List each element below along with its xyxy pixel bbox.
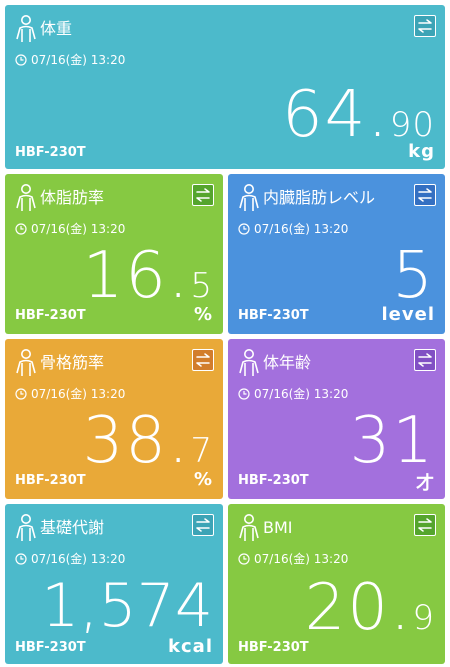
- time-text: 07/16(金) 13:20: [31, 552, 126, 566]
- measurement-time: 07/16(金) 13:20: [15, 220, 125, 237]
- tile-title: 骨格筋率: [40, 353, 105, 372]
- device-model: HBF-230T: [238, 473, 309, 488]
- clock-icon: [238, 553, 250, 565]
- measurement-value: 5: [392, 244, 435, 308]
- time-text: 07/16(金) 13:20: [254, 552, 349, 566]
- tile-title: BMI: [263, 518, 293, 537]
- swap-arrows-icon: [417, 188, 433, 202]
- value-integer: 31: [349, 404, 435, 478]
- measurement-time: 07/16(金) 13:20: [15, 51, 125, 68]
- measurement-value: 38.7: [83, 409, 213, 473]
- swap-button[interactable]: [192, 349, 214, 371]
- swap-arrows-icon: [417, 353, 433, 367]
- person-icon: [237, 183, 261, 213]
- tile-weight[interactable]: 体重 07/16(金) 13:20 64.90 kg HBF-230T: [5, 5, 445, 169]
- swap-arrows-icon: [195, 188, 211, 202]
- time-text: 07/16(金) 13:20: [254, 222, 349, 236]
- person-icon: [14, 513, 38, 543]
- tile-body-fat[interactable]: 体脂肪率 07/16(金) 13:20 16.5 % HBF-230T: [5, 174, 223, 334]
- tile-basal-metabolism[interactable]: 基礎代謝 07/16(金) 13:20 1,574 kcal HBF-230T: [5, 504, 223, 664]
- clock-icon: [15, 54, 27, 66]
- measurement-time: 07/16(金) 13:20: [238, 385, 348, 402]
- time-text: 07/16(金) 13:20: [31, 387, 126, 401]
- person-icon: [237, 348, 261, 378]
- device-model: HBF-230T: [238, 308, 309, 323]
- person-icon: [14, 348, 38, 378]
- value-decimal: 9: [412, 598, 435, 638]
- time-text: 07/16(金) 13:20: [31, 53, 126, 67]
- tile-body-age[interactable]: 体年齢 07/16(金) 13:20 31 才 HBF-230T: [228, 339, 445, 499]
- tile-title: 体脂肪率: [40, 188, 105, 207]
- tile-title: 基礎代謝: [40, 518, 105, 537]
- measurement-time: 07/16(金) 13:20: [15, 385, 125, 402]
- measurement-value: 64.90: [282, 83, 435, 147]
- device-model: HBF-230T: [238, 640, 309, 655]
- swap-arrows-icon: [195, 518, 211, 532]
- tile-header: 体年齢: [237, 348, 311, 378]
- tile-title: 体重: [40, 19, 73, 38]
- person-icon: [14, 14, 38, 44]
- clock-icon: [15, 223, 27, 235]
- measurement-value: 1,574: [41, 576, 213, 636]
- device-model: HBF-230T: [15, 640, 86, 655]
- tile-title: 内臓脂肪レベル: [263, 188, 376, 207]
- tile-visceral-fat[interactable]: 内臓脂肪レベル 07/16(金) 13:20 5 level HBF-230T: [228, 174, 445, 334]
- value-decimal: 5: [190, 266, 213, 306]
- device-model: HBF-230T: [15, 145, 86, 160]
- unit-label: kg: [408, 141, 435, 162]
- measurement-time: 07/16(金) 13:20: [15, 550, 125, 567]
- tile-skeletal-muscle[interactable]: 骨格筋率 07/16(金) 13:20 38.7 % HBF-230T: [5, 339, 223, 499]
- tile-header: 骨格筋率: [14, 348, 104, 378]
- tile-header: BMI: [237, 513, 293, 543]
- time-text: 07/16(金) 13:20: [31, 222, 126, 236]
- person-icon: [237, 513, 261, 543]
- swap-arrows-icon: [417, 518, 433, 532]
- measurement-value: 31: [350, 409, 435, 473]
- swap-arrows-icon: [195, 353, 211, 367]
- clock-icon: [238, 388, 250, 400]
- swap-button[interactable]: [192, 184, 214, 206]
- measurement-value: 16.5: [83, 244, 213, 308]
- measurement-time: 07/16(金) 13:20: [238, 220, 348, 237]
- clock-icon: [15, 388, 27, 400]
- measurement-value: 20.9: [305, 576, 435, 640]
- unit-label: %: [193, 304, 213, 325]
- clock-icon: [238, 223, 250, 235]
- device-model: HBF-230T: [15, 473, 86, 488]
- tile-header: 体重: [14, 14, 72, 44]
- clock-icon: [15, 553, 27, 565]
- unit-label: level: [381, 304, 435, 325]
- value-integer: 5: [392, 239, 435, 313]
- unit-label: %: [193, 469, 213, 490]
- measurement-time: 07/16(金) 13:20: [238, 550, 348, 567]
- tile-header: 内臓脂肪レベル: [237, 183, 375, 213]
- tile-header: 基礎代謝: [14, 513, 104, 543]
- unit-label: kcal: [168, 636, 213, 657]
- swap-arrows-icon: [417, 19, 433, 33]
- tile-bmi[interactable]: BMI 07/16(金) 13:20 20.9 HBF-230T: [228, 504, 445, 664]
- swap-button[interactable]: [414, 184, 436, 206]
- value-integer: 1,574: [41, 571, 213, 641]
- tile-header: 体脂肪率: [14, 183, 104, 213]
- value-decimal: 90: [389, 105, 435, 145]
- value-integer: 38.: [82, 404, 191, 478]
- value-integer: 64.: [281, 78, 390, 152]
- swap-button[interactable]: [414, 514, 436, 536]
- unit-label: 才: [416, 473, 435, 494]
- swap-button[interactable]: [192, 514, 214, 536]
- device-model: HBF-230T: [15, 308, 86, 323]
- tile-title: 体年齢: [263, 353, 312, 372]
- value-integer: 16.: [82, 239, 191, 313]
- swap-button[interactable]: [414, 15, 436, 37]
- time-text: 07/16(金) 13:20: [254, 387, 349, 401]
- swap-button[interactable]: [414, 349, 436, 371]
- value-decimal: 7: [190, 431, 213, 471]
- person-icon: [14, 183, 38, 213]
- value-integer: 20.: [304, 571, 413, 645]
